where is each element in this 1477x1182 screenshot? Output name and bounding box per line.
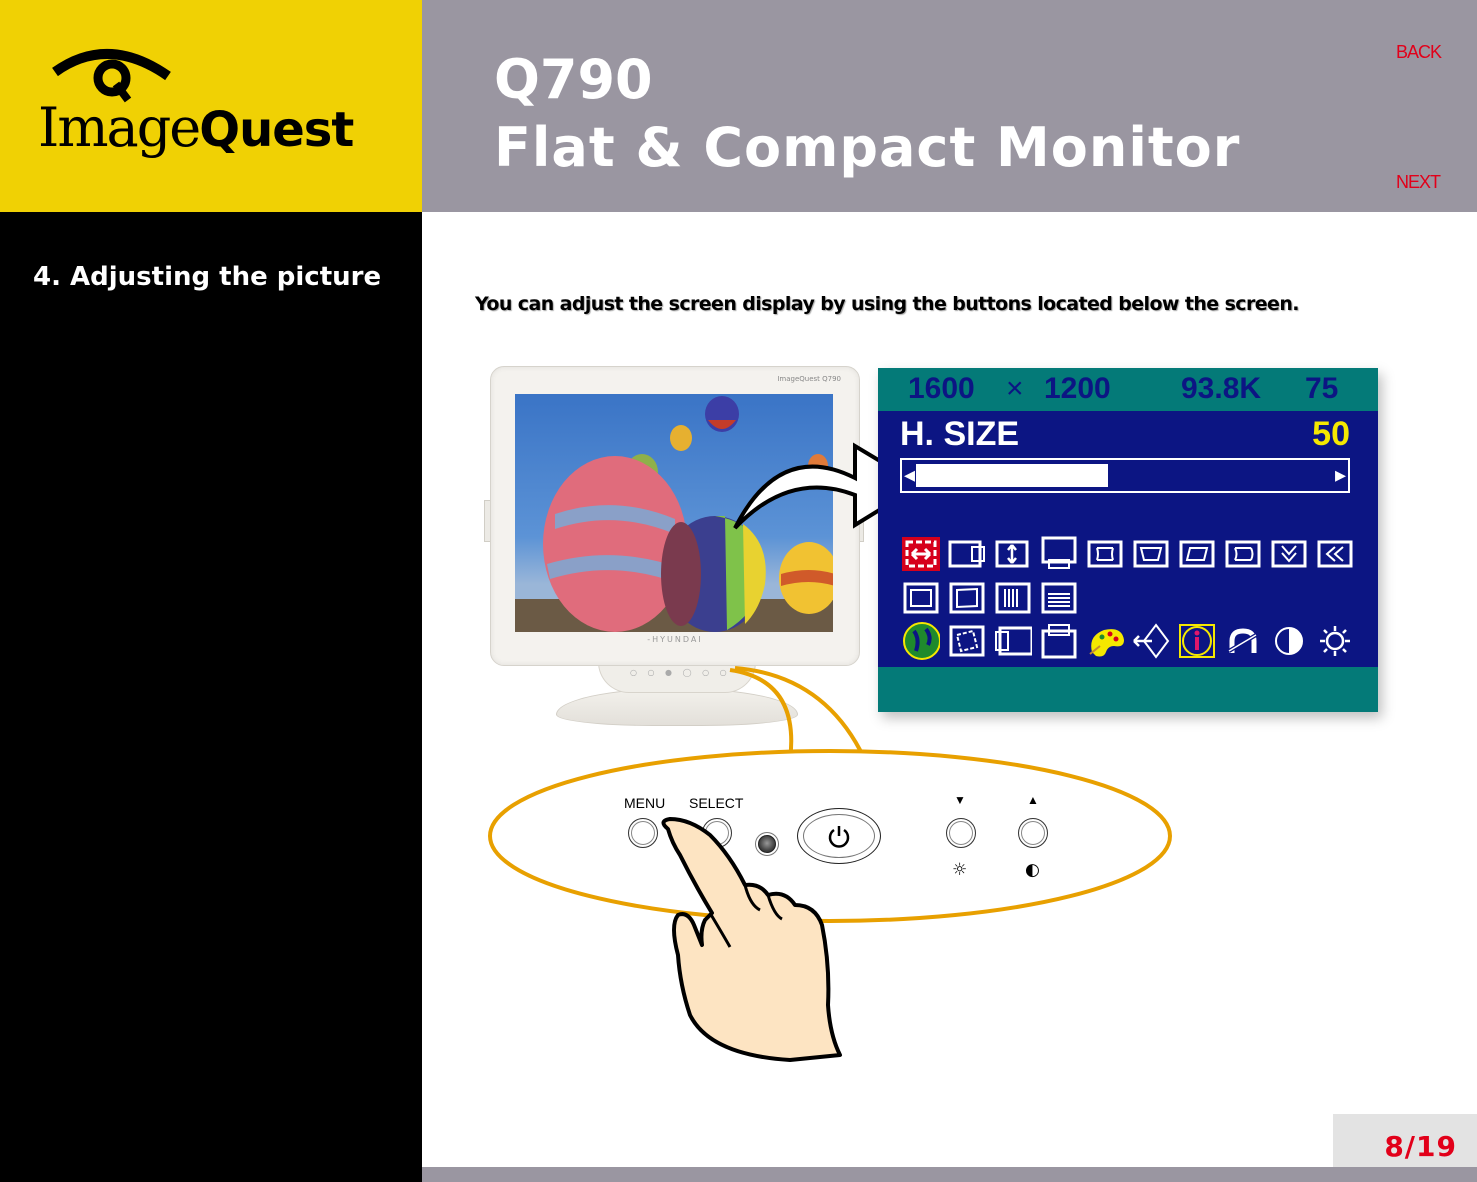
osd-resolution-width: 1600	[908, 372, 975, 405]
menu-label: MENU	[624, 795, 666, 811]
footer-bar	[422, 1167, 1477, 1182]
language-globe-icon[interactable]	[902, 622, 940, 660]
pointing-hand-icon	[661, 817, 842, 1062]
osd-resolution-height: 1200	[1044, 372, 1111, 405]
contrast-symbol-icon: ◐	[1025, 860, 1040, 880]
contrast-icon[interactable]	[1270, 624, 1308, 658]
tilt-icon[interactable]	[948, 581, 986, 615]
trapezoid-icon[interactable]	[1132, 537, 1170, 571]
slider-right-arrow-icon[interactable]: ▸	[1335, 463, 1346, 488]
osd-times: ×	[1006, 372, 1024, 405]
osd-rotation-icon[interactable]	[948, 624, 986, 658]
h-size-icon[interactable]	[902, 537, 940, 571]
osd-v-position-icon[interactable]	[1040, 624, 1078, 659]
osd-footer-bar	[878, 667, 1378, 712]
parallelogram-icon[interactable]	[1178, 537, 1216, 571]
h-moire-icon[interactable]	[1316, 537, 1354, 571]
osd-icon-row-2	[902, 581, 1078, 615]
h-convergence-icon[interactable]	[994, 581, 1032, 615]
v-moire-icon[interactable]	[1270, 537, 1308, 571]
slider-fill	[916, 464, 1108, 487]
osd-h-frequency: 93.8K	[1181, 372, 1262, 405]
brightness-icon[interactable]	[1316, 624, 1354, 658]
rotation-icon[interactable]	[902, 581, 940, 615]
up-arrow-icon: ▲	[1027, 793, 1039, 807]
v-convergence-icon[interactable]	[1040, 581, 1078, 615]
degauss-icon[interactable]	[1224, 624, 1262, 658]
down-arrow-icon: ▼	[954, 793, 966, 807]
v-position-icon[interactable]	[1040, 536, 1078, 571]
h-size-slider[interactable]: ◂ ▸	[900, 458, 1350, 493]
select-label: SELECT	[689, 795, 744, 811]
color-palette-icon[interactable]	[1086, 624, 1124, 658]
up-contrast-button[interactable]	[1018, 818, 1048, 848]
page-number: 8/19	[1384, 1130, 1457, 1163]
input-select-icon[interactable]	[1132, 623, 1170, 659]
down-brightness-button[interactable]	[946, 818, 976, 848]
h-position-icon[interactable]	[948, 537, 986, 571]
osd-main: H. SIZE 50 ◂ ▸	[878, 411, 1378, 667]
slider-left-arrow-icon[interactable]: ◂	[904, 463, 915, 488]
osd-status-bar: 1600 × 1200 93.8K 75	[878, 368, 1378, 411]
pin-balance-icon[interactable]	[1224, 537, 1262, 571]
osd-item-value: 50	[1312, 415, 1350, 453]
osd-v-frequency: 75	[1305, 372, 1339, 405]
page-indicator-box: 8/19	[1333, 1114, 1477, 1167]
osd-icon-row-1	[902, 536, 1354, 571]
osd-item-label: H. SIZE	[900, 415, 1020, 453]
osd-h-position-icon[interactable]	[994, 624, 1032, 658]
osd-icon-row-3	[902, 622, 1354, 660]
information-icon[interactable]	[1178, 624, 1216, 658]
brightness-symbol-icon: ☼	[952, 860, 968, 880]
callout-line-right	[734, 666, 862, 752]
v-size-icon[interactable]	[994, 537, 1032, 571]
pincushion-icon[interactable]	[1086, 537, 1124, 571]
osd-panel: 1600 × 1200 93.8K 75 H. SIZE 50 ◂ ▸	[878, 368, 1378, 712]
